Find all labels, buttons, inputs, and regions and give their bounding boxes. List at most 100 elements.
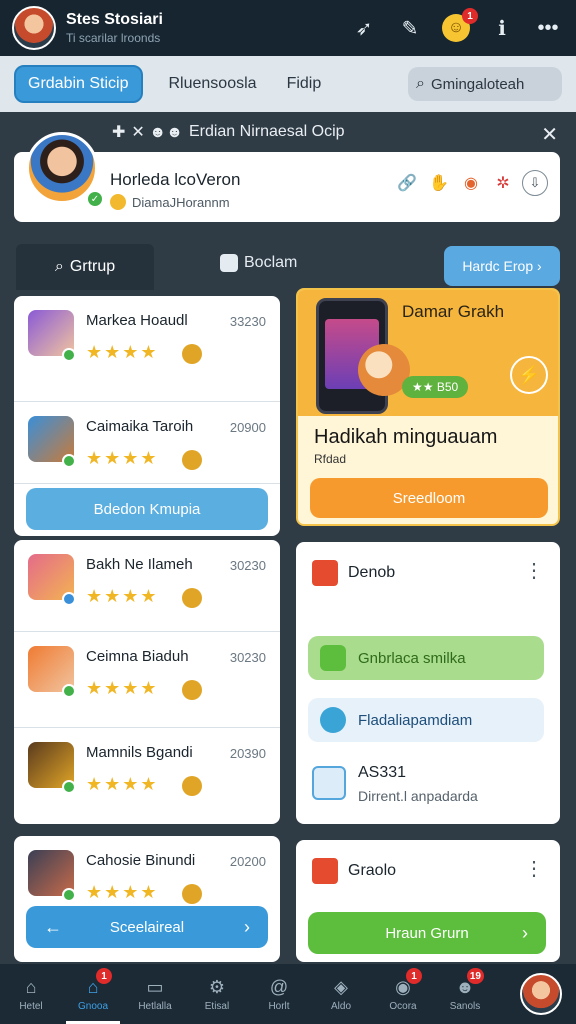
coin-icon bbox=[110, 194, 126, 210]
profile-actions: 🔗 ✋ ◉ ✲ ⇩ bbox=[388, 170, 548, 196]
promo-title: Damar Grakh bbox=[402, 302, 505, 321]
chat-bird-icon[interactable]: ✎ bbox=[394, 12, 426, 44]
chat-icon bbox=[320, 645, 346, 671]
medal-icon bbox=[182, 588, 202, 608]
list-item[interactable]: Bakh Ne Ilameh 30230 ★★★★ bbox=[14, 540, 280, 632]
nav-badge: 1 bbox=[406, 968, 422, 984]
more-icon[interactable]: ⋮ bbox=[524, 856, 544, 881]
chevron-right-icon: › bbox=[522, 922, 528, 943]
profile-avatar[interactable] bbox=[520, 973, 562, 1015]
tab-rluensoosla[interactable]: Rluensoosla bbox=[169, 75, 257, 93]
nav-etisal[interactable]: ⚙ Etisal bbox=[186, 964, 248, 1024]
search-input[interactable]: ⌕ Gmingaloteah bbox=[408, 67, 562, 101]
list-group-2: Bakh Ne Ilameh 30230 ★★★★ Ceimna Biaduh … bbox=[14, 540, 280, 824]
green-action-button[interactable]: Hraun Grurn › bbox=[308, 912, 546, 954]
list-item[interactable]: Mamnils Bgandi 20390 ★★★★ bbox=[14, 728, 280, 824]
scroll-button[interactable]: ← Sceelaireal › bbox=[26, 906, 268, 948]
list-group-1: Markea Hoaudl 33230 ★★★★ Caimaika Taroih… bbox=[14, 296, 280, 536]
medal-icon bbox=[182, 776, 202, 796]
nav-label: Aldo bbox=[330, 1000, 351, 1012]
item-count: 30230 bbox=[229, 650, 266, 665]
gear-icon[interactable]: ✲ bbox=[490, 170, 516, 196]
close-icon[interactable]: ✕ bbox=[541, 122, 558, 147]
header-action-button[interactable]: Hardc Erop › bbox=[444, 246, 560, 286]
nav-badge: 1 bbox=[96, 968, 112, 984]
reaction-icons: ✕ ☻☻ bbox=[131, 124, 183, 141]
item-count: 20900 bbox=[229, 420, 266, 435]
profile-sub-text: DiamaJHorannm bbox=[132, 194, 230, 210]
rating-stars: ★★★★ bbox=[86, 882, 159, 902]
medal-icon bbox=[182, 884, 202, 904]
nav-label: Hetel bbox=[19, 1000, 43, 1012]
chevron-right-icon: › bbox=[244, 916, 250, 937]
card-title: Denob bbox=[348, 564, 396, 581]
item-name: Markea Hoaudl bbox=[86, 312, 188, 329]
smiley-icon[interactable]: ☺ 1 bbox=[440, 8, 478, 44]
list-item[interactable]: Cahosie Binundi 20200 ★★★★ bbox=[14, 836, 280, 906]
nav-badge: 19 bbox=[466, 968, 484, 984]
info-icon[interactable]: ℹ bbox=[486, 12, 518, 44]
monitor-icon: ▭ bbox=[146, 976, 164, 997]
app-header: Stes Stosiari Ti scarilar lroonds ➶ ✎ ☺ 1… bbox=[0, 0, 576, 56]
link-icon[interactable]: 🔗 bbox=[394, 170, 420, 196]
nav-aldo[interactable]: ◈ Aldo bbox=[310, 964, 372, 1024]
nav-gnooa[interactable]: ⌂ Gnooa 1 bbox=[62, 964, 124, 1024]
tab-fidip[interactable]: Fidip bbox=[287, 75, 322, 93]
rating-stars: ★★★★ bbox=[86, 774, 159, 794]
item-name: Mamnils Bgandi bbox=[86, 744, 193, 761]
upload-icon[interactable]: ⇩ bbox=[522, 170, 548, 196]
verified-icon: ✓ bbox=[86, 190, 104, 208]
item-name: Cahosie Binundi bbox=[86, 852, 196, 869]
clap-icon[interactable]: ✋ bbox=[426, 170, 452, 196]
promo-button[interactable]: Sreedloom bbox=[310, 478, 548, 518]
verified-icon bbox=[62, 348, 76, 362]
list-item[interactable]: Caimaika Taroih 20900 ★★★★ bbox=[14, 402, 280, 484]
nav-hetel[interactable]: ⌂ Hetel bbox=[0, 964, 62, 1024]
card-title: Graolo bbox=[348, 862, 397, 879]
fire-icon[interactable]: ◉ bbox=[458, 170, 484, 196]
tab-boclam[interactable]: Boclam bbox=[220, 254, 297, 272]
item-count: 33230 bbox=[229, 314, 266, 329]
list-group-1-button[interactable]: Bdedon Kmupia bbox=[26, 488, 268, 530]
nav-hetlalla[interactable]: ▭ Hetlalla bbox=[124, 964, 186, 1024]
list-item[interactable]: Markea Hoaudl 33230 ★★★★ bbox=[14, 296, 280, 402]
nav-horlt[interactable]: @ Horlt bbox=[248, 964, 310, 1024]
more-icon[interactable]: ⋮ bbox=[524, 558, 544, 583]
nav-label: Gnooa bbox=[77, 1000, 109, 1012]
promo-card[interactable]: Damar Grakh ★★ B50 ⚡ Hadikah minguauam R… bbox=[296, 288, 560, 526]
blue-row[interactable]: Fladaliapamdiam bbox=[308, 698, 544, 742]
action-card: Graolo ⋮ Hraun Grurn › bbox=[296, 840, 560, 962]
rating-stars: ★★★★ bbox=[86, 678, 159, 698]
green-row[interactable]: Gnbrlaca smilka bbox=[308, 636, 544, 680]
list-group-3: Cahosie Binundi 20200 ★★★★ ← Sceelaireal… bbox=[14, 836, 280, 962]
user-avatar[interactable] bbox=[12, 6, 56, 50]
list-item[interactable]: Ceimna Biaduh 30230 ★★★★ bbox=[14, 632, 280, 728]
nav-label: Etisal bbox=[204, 1000, 230, 1012]
item-name: Caimaika Taroih bbox=[86, 418, 194, 435]
search-icon: ⌕ bbox=[416, 75, 425, 92]
nav-sanols[interactable]: ☻ Sanols 19 bbox=[434, 964, 496, 1024]
scroll-button-label: Sceelaireal bbox=[109, 918, 185, 936]
bird-icon[interactable]: ➶ bbox=[348, 12, 380, 44]
rating-stars: ★★★★ bbox=[86, 448, 159, 468]
nav-ocora[interactable]: ◉ Ocora 1 bbox=[372, 964, 434, 1024]
green-row-label: Gnbrlaca smilka bbox=[358, 649, 466, 667]
calendar-icon bbox=[312, 858, 338, 884]
profile-card[interactable]: ✓ Horleda lcoVeron DiamaJHorannm 🔗 ✋ ◉ ✲… bbox=[14, 132, 560, 222]
more-icon[interactable]: ••• bbox=[532, 12, 564, 44]
tab-group[interactable]: ⌕ Grtrup bbox=[16, 244, 154, 290]
chevron-left-icon: ← bbox=[44, 916, 62, 937]
nav-label: Hetlalla bbox=[138, 1000, 172, 1012]
profile-subtitle: DiamaJHorannm bbox=[110, 194, 230, 210]
promo-banner: Damar Grakh ★★ B50 ⚡ bbox=[298, 290, 558, 416]
card-header: Graolo bbox=[312, 858, 396, 884]
card-header: Denob bbox=[312, 560, 395, 586]
green-action-label: Hraun Grurn bbox=[385, 924, 469, 942]
bottom-nav: ⌂ Hetel ⌂ Gnooa 1 ▭ Hetlalla ⚙ Etisal @ Horlt … bbox=[0, 964, 576, 1024]
tab-active[interactable]: Grdabin Sticip bbox=[14, 65, 143, 103]
play-icon[interactable]: ⚡ bbox=[510, 356, 548, 394]
stat-value: AS331 bbox=[358, 764, 407, 781]
section-tabs: ⌕ Grtrup Boclam Hardc Erop › bbox=[16, 244, 560, 290]
nav-label: Horlt bbox=[268, 1000, 290, 1012]
tab-boclam-label: Boclam bbox=[244, 254, 298, 271]
